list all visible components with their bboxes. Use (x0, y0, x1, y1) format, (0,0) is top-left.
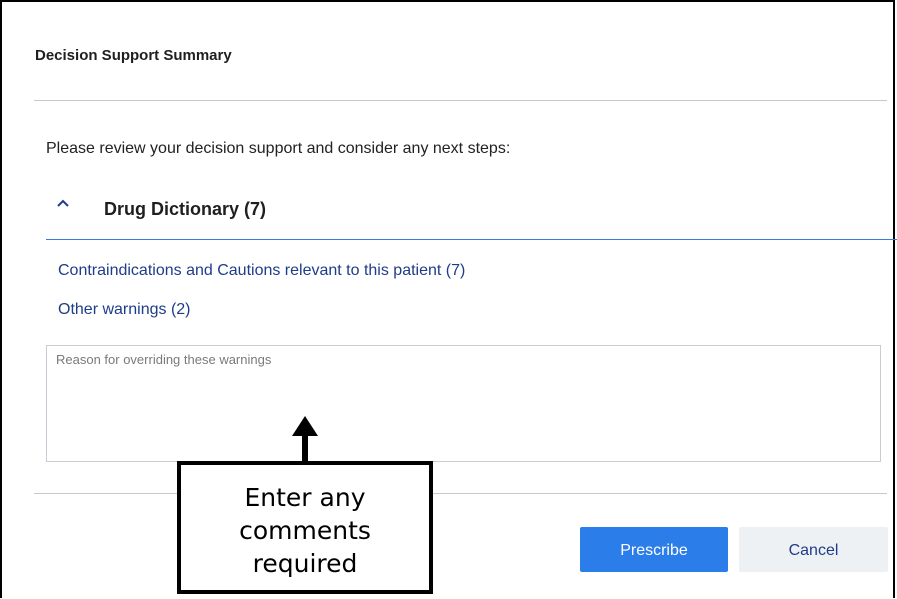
contraindications-link[interactable]: Contraindications and Cautions relevant … (58, 262, 465, 280)
annotation-line: required (252, 549, 358, 578)
override-reason-input[interactable] (46, 345, 881, 462)
annotation-line: Enter any (244, 483, 366, 512)
dialog-frame (0, 0, 895, 598)
chevron-up-icon[interactable] (55, 195, 71, 211)
intro-text: Please review your decision support and … (46, 140, 511, 157)
arrow-up-icon (292, 416, 318, 463)
cancel-button[interactable]: Cancel (739, 527, 888, 572)
annotation-callout: Enter any comments required (177, 461, 433, 594)
dialog-title: Decision Support Summary (35, 47, 232, 64)
section-title: Drug Dictionary (7) (104, 199, 267, 219)
prescribe-button[interactable]: Prescribe (580, 527, 728, 572)
annotation-line: comments (239, 516, 371, 545)
footer-divider (34, 493, 887, 494)
header-divider (34, 100, 887, 101)
other-warnings-link[interactable]: Other warnings (2) (58, 301, 191, 319)
drug-dictionary-section-header[interactable]: Drug Dictionary (7) (46, 190, 897, 240)
